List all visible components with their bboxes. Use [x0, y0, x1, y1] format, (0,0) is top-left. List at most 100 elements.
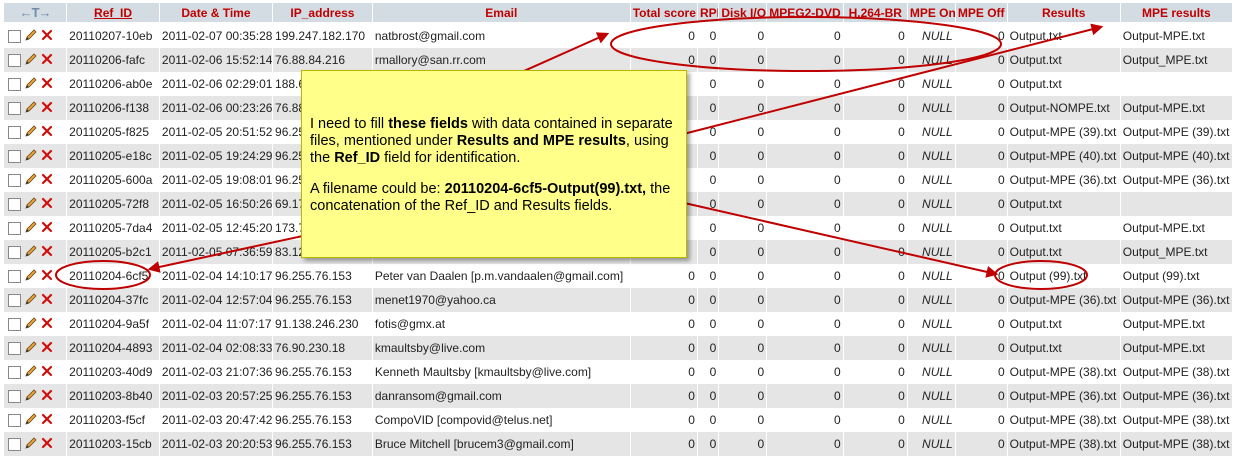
delete-icon[interactable]	[41, 293, 53, 308]
rpi-cell: 0	[697, 264, 719, 288]
row-checkbox[interactable]	[8, 269, 21, 283]
pencil-icon[interactable]	[24, 220, 38, 237]
delete-icon[interactable]	[41, 101, 53, 116]
pencil-icon[interactable]	[24, 436, 38, 453]
row-checkbox[interactable]	[8, 413, 21, 427]
delete-icon[interactable]	[41, 341, 53, 356]
column-arrows-header[interactable]: ←T→	[4, 3, 67, 24]
column-header-ip-address[interactable]: IP_address	[273, 3, 372, 24]
total-score-cell: 0	[630, 408, 697, 432]
pencil-icon[interactable]	[24, 244, 38, 261]
delete-icon[interactable]	[41, 53, 53, 68]
column-header-mpe-results[interactable]: MPE results	[1120, 3, 1232, 24]
column-header-disk-io[interactable]: Disk I/O	[719, 3, 767, 24]
pencil-icon[interactable]	[24, 316, 38, 333]
total-score-cell: 0	[630, 384, 697, 408]
mpeg2-dvd-cell: 0	[767, 240, 843, 264]
row-controls	[4, 72, 67, 96]
column-header-ref-id[interactable]: Ref_ID	[67, 3, 159, 24]
row-checkbox[interactable]	[8, 221, 21, 235]
pencil-icon[interactable]	[24, 124, 38, 141]
mpe-results-cell: Output-MPE (38).txt	[1120, 432, 1232, 456]
pencil-icon[interactable]	[24, 268, 38, 285]
row-checkbox[interactable]	[8, 437, 21, 451]
delete-icon[interactable]	[41, 173, 53, 188]
delete-icon[interactable]	[41, 221, 53, 236]
pencil-icon[interactable]	[24, 340, 38, 357]
pencil-icon[interactable]	[24, 100, 38, 117]
column-header-h264-br[interactable]: H.264-BR	[843, 3, 907, 24]
delete-icon[interactable]	[41, 365, 53, 380]
row-checkbox[interactable]	[8, 173, 21, 187]
row-controls	[4, 432, 67, 456]
delete-icon[interactable]	[41, 245, 53, 260]
pencil-icon[interactable]	[24, 76, 38, 93]
mpe-results-cell: Output-MPE (40).txt	[1120, 144, 1232, 168]
column-arrows-icon[interactable]: ←T→	[20, 5, 52, 20]
row-checkbox[interactable]	[8, 245, 21, 259]
mpeg2-dvd-cell: 0	[767, 408, 843, 432]
pencil-icon[interactable]	[24, 172, 38, 189]
column-header-mpe-off[interactable]: MPE Off	[955, 3, 1007, 24]
row-controls	[4, 120, 67, 144]
row-checkbox[interactable]	[8, 293, 21, 307]
mpe-on-cell: NULL	[907, 192, 955, 216]
delete-icon[interactable]	[41, 197, 53, 212]
table-row[interactable]: 20110203-40d9 2011-02-03 21:07:36 96.255.7…	[4, 360, 1232, 384]
mpe-on-cell: NULL	[907, 216, 955, 240]
pencil-icon[interactable]	[24, 28, 38, 45]
column-header-mpeg2-dvd[interactable]: MPEG2-DVD	[767, 3, 843, 24]
table-row[interactable]: 20110203-f5cf 2011-02-03 20:47:42 96.255.7…	[4, 408, 1232, 432]
delete-icon[interactable]	[41, 29, 53, 44]
mpe-off-cell: 0	[955, 216, 1007, 240]
h264-br-cell: 0	[843, 24, 907, 48]
row-checkbox[interactable]	[8, 101, 21, 115]
delete-icon[interactable]	[41, 389, 53, 404]
disk-io-cell: 0	[719, 48, 767, 72]
row-checkbox[interactable]	[8, 389, 21, 403]
rpi-cell: 0	[697, 240, 719, 264]
row-checkbox[interactable]	[8, 149, 21, 163]
delete-icon[interactable]	[41, 269, 53, 284]
delete-icon[interactable]	[41, 437, 53, 452]
table-row[interactable]: 20110206-fafc 2011-02-06 15:52:14 76.88.84…	[4, 48, 1232, 72]
table-row[interactable]: 20110207-10eb 2011-02-07 00:35:28 199.247.…	[4, 24, 1232, 48]
pencil-icon[interactable]	[24, 412, 38, 429]
email-cell: kmaultsby@live.com	[372, 336, 630, 360]
delete-icon[interactable]	[41, 413, 53, 428]
row-checkbox[interactable]	[8, 53, 21, 67]
row-checkbox[interactable]	[8, 341, 21, 355]
row-controls	[4, 24, 67, 48]
pencil-icon[interactable]	[24, 196, 38, 213]
table-row[interactable]: 20110204-9a5f 2011-02-04 11:07:17 91.138.2…	[4, 312, 1232, 336]
pencil-icon[interactable]	[24, 148, 38, 165]
table-row[interactable]: 20110204-6cf5 2011-02-04 14:10:17 96.255.7…	[4, 264, 1232, 288]
row-checkbox[interactable]	[8, 317, 21, 331]
column-header-total-score[interactable]: Total score	[630, 3, 697, 24]
row-checkbox[interactable]	[8, 29, 21, 43]
column-header-date-time[interactable]: Date & Time	[159, 3, 273, 24]
delete-icon[interactable]	[41, 77, 53, 92]
pencil-icon[interactable]	[24, 364, 38, 381]
delete-icon[interactable]	[41, 317, 53, 332]
delete-icon[interactable]	[41, 149, 53, 164]
row-checkbox[interactable]	[8, 197, 21, 211]
pencil-icon[interactable]	[24, 388, 38, 405]
delete-icon[interactable]	[41, 125, 53, 140]
column-header-results[interactable]: Results	[1007, 3, 1120, 24]
pencil-icon[interactable]	[24, 292, 38, 309]
table-row[interactable]: 20110204-4893 2011-02-04 02:08:33 76.90.23…	[4, 336, 1232, 360]
column-header-rpi[interactable]: RPI	[697, 3, 719, 24]
column-header-mpe-on[interactable]: MPE On	[907, 3, 955, 24]
table-row[interactable]: 20110203-15cb 2011-02-03 20:20:53 96.255.7…	[4, 432, 1232, 456]
row-checkbox[interactable]	[8, 125, 21, 139]
row-checkbox[interactable]	[8, 77, 21, 91]
table-row[interactable]: 20110204-37fc 2011-02-04 12:57:04 96.255.7…	[4, 288, 1232, 312]
results-cell: Output-MPE (36).txt	[1007, 384, 1120, 408]
ref-id-cell: 20110204-9a5f	[67, 312, 159, 336]
column-header-email[interactable]: Email	[372, 3, 630, 24]
pencil-icon[interactable]	[24, 52, 38, 69]
h264-br-cell: 0	[843, 288, 907, 312]
table-row[interactable]: 20110203-8b40 2011-02-03 20:57:25 96.255.7…	[4, 384, 1232, 408]
row-checkbox[interactable]	[8, 365, 21, 379]
